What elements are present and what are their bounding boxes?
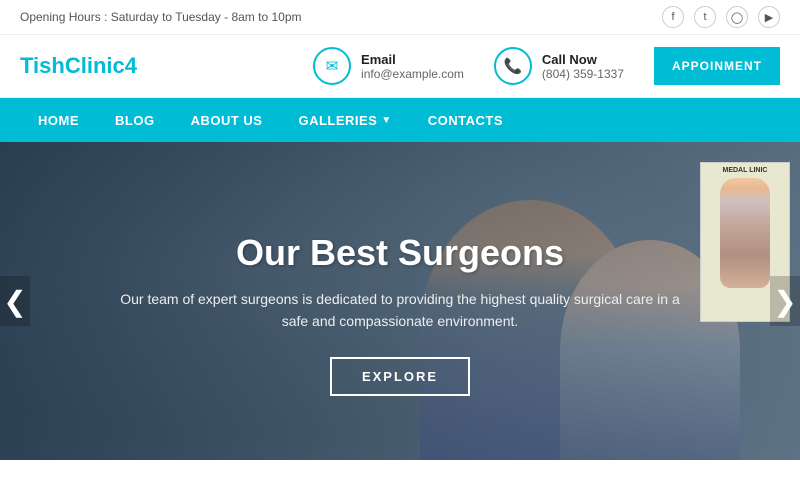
chevron-down-icon: ▼ bbox=[381, 115, 391, 126]
twitter-icon[interactable]: t bbox=[694, 6, 716, 28]
hero-next-arrow[interactable]: ❯ bbox=[770, 276, 800, 326]
hero-section: MEDAL LINIC Our Best Surgeons Our team o… bbox=[0, 142, 800, 460]
nav-item-galleries[interactable]: GALLERIES ▼ bbox=[280, 98, 409, 142]
logo[interactable]: TishClinic4 bbox=[20, 53, 283, 79]
email-value: info@example.com bbox=[361, 67, 464, 81]
explore-button[interactable]: EXPLORE bbox=[330, 357, 470, 396]
email-info: Email info@example.com bbox=[361, 52, 464, 81]
phone-icon: 📞 bbox=[494, 47, 532, 85]
top-bar: Opening Hours : Saturday to Tuesday - 8a… bbox=[0, 0, 800, 35]
galleries-label: GALLERIES bbox=[298, 113, 377, 128]
youtube-icon[interactable]: ▶ bbox=[758, 6, 780, 28]
anatomy-title: MEDAL LINIC bbox=[723, 167, 768, 174]
phone-info: Call Now (804) 359-1337 bbox=[542, 52, 624, 81]
hero-prev-arrow[interactable]: ❮ bbox=[0, 276, 30, 326]
email-label: Email bbox=[361, 52, 464, 67]
email-contact: ✉ Email info@example.com bbox=[313, 47, 464, 85]
header: TishClinic4 ✉ Email info@example.com 📞 C… bbox=[0, 35, 800, 98]
nav-item-home[interactable]: HOME bbox=[20, 98, 97, 142]
hero-title: Our Best Surgeons bbox=[236, 232, 564, 274]
social-links: f t ◯ ▶ bbox=[662, 6, 780, 28]
nav-item-blog[interactable]: BLOG bbox=[97, 98, 173, 142]
appointment-button[interactable]: APPOINMENT bbox=[654, 47, 780, 85]
call-value: (804) 359-1337 bbox=[542, 67, 624, 81]
facebook-icon[interactable]: f bbox=[662, 6, 684, 28]
instagram-icon[interactable]: ◯ bbox=[726, 6, 748, 28]
hero-content: Our Best Surgeons Our team of expert sur… bbox=[0, 232, 800, 396]
nav-item-contacts[interactable]: CONTACTS bbox=[410, 98, 521, 142]
email-icon: ✉ bbox=[313, 47, 351, 85]
call-label: Call Now bbox=[542, 52, 624, 67]
hero-description: Our team of expert surgeons is dedicated… bbox=[120, 288, 680, 333]
opening-hours: Opening Hours : Saturday to Tuesday - 8a… bbox=[20, 10, 301, 24]
nav-item-about[interactable]: ABOUT US bbox=[173, 98, 281, 142]
navigation: HOME BLOG ABOUT US GALLERIES ▼ CONTACTS bbox=[0, 98, 800, 142]
phone-contact: 📞 Call Now (804) 359-1337 bbox=[494, 47, 624, 85]
